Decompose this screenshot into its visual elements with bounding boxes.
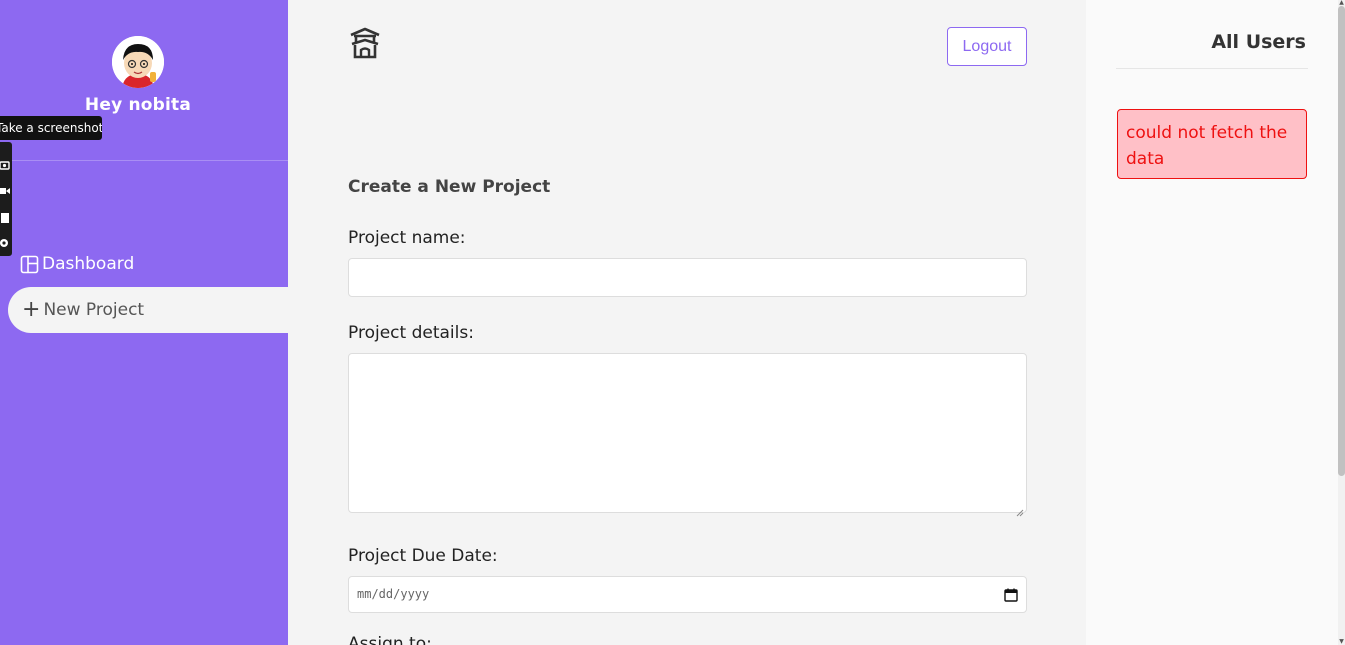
screenshot-tooltip: Take a screenshot [0,116,102,140]
main-content: Logout Create a New Project Project name… [288,0,1086,645]
logout-button[interactable]: Logout [947,27,1027,66]
form-title: Create a New Project [348,177,551,197]
plus-icon: + [22,297,41,322]
video-icon[interactable] [0,182,10,194]
page-scrollbar[interactable]: ▲ ▼ [1338,0,1345,645]
resize-handle-icon[interactable] [1016,502,1024,517]
app-root: Hey nobita Dashboard + New Project Take … [0,0,1345,645]
nav-dashboard-label: Dashboard [42,254,135,274]
sidebar-divider [0,160,288,161]
nav-new-project-label: New Project [43,300,145,320]
sidebar: Hey nobita Dashboard + New Project Take … [0,0,288,645]
project-name-input[interactable] [348,258,1027,297]
users-panel-title: All Users [1211,31,1306,53]
project-name-label: Project name: [348,228,466,248]
due-date-input[interactable]: mm/dd/yyyy [348,576,1027,613]
screenshot-toolbar [0,142,12,256]
nav-new-project[interactable]: + New Project [8,287,288,333]
error-message: could not fetch the data [1117,109,1307,179]
dashboard-icon [20,255,39,274]
project-details-textarea[interactable] [348,353,1027,517]
tooltip-text: Take a screenshot [0,121,102,135]
nav-dashboard[interactable]: Dashboard [20,252,134,276]
due-date-label: Project Due Date: [348,546,498,566]
scroll-down-icon[interactable]: ▼ [1338,639,1345,645]
settings-icon[interactable] [0,234,10,247]
camera-icon[interactable] [0,156,10,170]
users-panel: All Users could not fetch the data [1086,0,1338,645]
date-placeholder: mm/dd/yyyy [357,587,430,601]
users-panel-divider [1116,68,1308,69]
assign-label: Assign to: [348,634,432,645]
avatar [112,36,164,88]
greeting: Hey nobita [84,95,192,115]
project-details-label: Project details: [348,323,474,343]
temple-logo-icon[interactable] [348,26,382,60]
clipboard-icon[interactable] [0,208,10,223]
scrollbar-thumb[interactable] [1338,6,1345,476]
calendar-icon[interactable] [1004,587,1018,602]
